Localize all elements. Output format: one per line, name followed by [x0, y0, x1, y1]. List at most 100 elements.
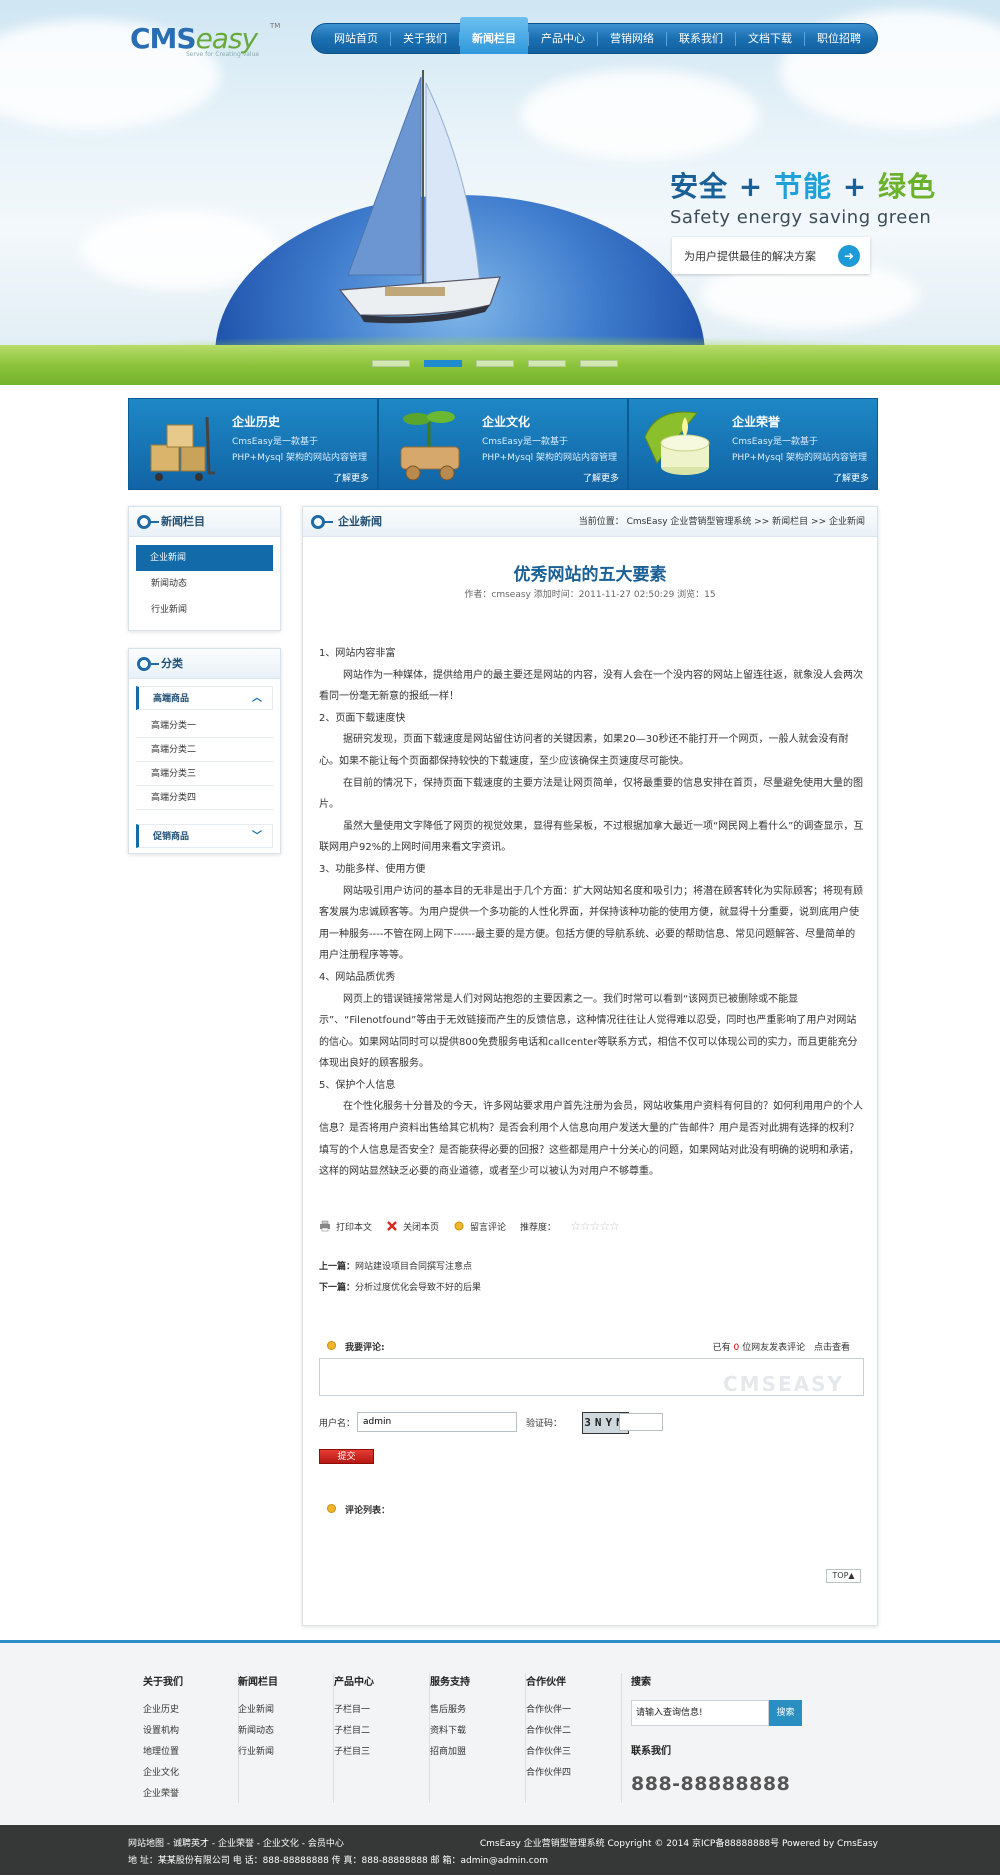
star-icon[interactable]: ☆: [599, 1219, 610, 1233]
nav-item[interactable]: 新闻栏目: [460, 17, 528, 54]
cta-button[interactable]: 为用户提供最佳的解决方案 ➜: [672, 237, 870, 274]
breadcrumb[interactable]: 当前位置： CmsEasy 企业营销型管理系统 >> 新闻栏目 >> 企业新闻: [579, 507, 865, 537]
search-button[interactable]: 搜索: [769, 1700, 802, 1726]
slide-dot[interactable]: [528, 360, 566, 367]
footer: 关于我们 企业历史 设置机构 地理位置 企业文化 企业荣誉 新闻栏目 企业新闻 新闻动态 行业新闻…: [0, 1640, 1000, 1825]
footer-link[interactable]: 子栏目二: [334, 1721, 429, 1742]
rating-stars[interactable]: ☆☆☆☆☆: [570, 1219, 620, 1233]
sidebar-news-link[interactable]: 新闻动态: [129, 571, 280, 597]
next-title[interactable]: 分析过度优化会导致不好的后果: [355, 1283, 481, 1293]
feature-card-culture[interactable]: 企业文化 CmsEasy是一款基于 PHP+Mysql 架构的网站内容管理 了解更…: [378, 398, 628, 490]
nav-item[interactable]: 文档下载: [736, 23, 804, 54]
feature-card-history[interactable]: 企业历史 CmsEasy是一款基于 PHP+Mysql 架构的网站内容管理 了解更…: [128, 398, 378, 490]
slogan-part1: 安全: [670, 170, 729, 203]
footer-link[interactable]: 子栏目一: [334, 1700, 429, 1721]
footer-link[interactable]: 设置机构: [143, 1721, 238, 1742]
category-sub-item[interactable]: 高端分类四: [136, 786, 273, 810]
plant-truck-icon: [400, 411, 460, 481]
footer-column-title: 关于我们: [143, 1677, 183, 1688]
captcha-input[interactable]: [619, 1413, 663, 1431]
nav-item[interactable]: 职位招聘: [805, 23, 873, 54]
footer-link[interactable]: 企业新闻: [238, 1700, 333, 1721]
star-icon[interactable]: ☆: [590, 1219, 601, 1233]
submit-button[interactable]: 提交: [319, 1449, 374, 1464]
slide-dot[interactable]: [476, 360, 514, 367]
main-nav: 网站首页 关于我们 新闻栏目 产品中心 营销网络 联系我们 文档下载 职位招聘: [311, 17, 878, 54]
nav-item[interactable]: 关于我们: [391, 23, 459, 54]
captcha-label: 验证码：: [526, 1419, 563, 1429]
back-to-top-button[interactable]: TOP▲: [826, 1569, 861, 1583]
footer-link[interactable]: 企业荣誉: [143, 1784, 238, 1805]
footer-link[interactable]: 企业历史: [143, 1700, 238, 1721]
category-sub-item[interactable]: 高端分类一: [136, 714, 273, 738]
footer-column: 合作伙伴合作伙伴一 合作伙伴二 合作伙伴三 合作伙伴四: [526, 1673, 622, 1803]
footer-link[interactable]: 合作伙伴一: [526, 1700, 621, 1721]
footer-link[interactable]: 地理位置: [143, 1742, 238, 1763]
nav-item[interactable]: 产品中心: [529, 23, 597, 54]
main-section-title: 企业新闻: [338, 515, 382, 528]
feature-more-link[interactable]: 了解更多: [583, 471, 619, 484]
sidebar-news-header: 新闻栏目: [129, 507, 280, 537]
close-page-button[interactable]: 关闭本页: [386, 1220, 439, 1233]
slide-dot[interactable]: [372, 360, 410, 367]
search-input[interactable]: 请输入查询信息!: [631, 1700, 769, 1726]
prev-label: 上一篇：: [319, 1262, 356, 1272]
comment-link[interactable]: 留言评论: [453, 1220, 506, 1233]
article-paragraph: 在个性化服务十分普及的今天，许多网站要求用户首先注册为会员，网站收集用户资料有何…: [319, 1101, 863, 1178]
footer-column-title: 合作伙伴: [526, 1677, 566, 1688]
comment-watermark: CMSEASY: [722, 1372, 844, 1396]
category-promo[interactable]: 促销商品 ﹀: [136, 824, 273, 848]
username-input[interactable]: [357, 1412, 517, 1432]
feature-desc: CmsEasy是一款基于 PHP+Mysql 架构的网站内容管理: [232, 434, 377, 466]
footer-link[interactable]: 企业文化: [143, 1763, 238, 1784]
footer-link[interactable]: 售后服务: [430, 1700, 525, 1721]
star-icon[interactable]: ☆: [609, 1219, 620, 1233]
footer-link[interactable]: 合作伙伴四: [526, 1763, 621, 1784]
footer-link[interactable]: 合作伙伴三: [526, 1742, 621, 1763]
comment-count: 已有 0 位网友发表评论 点击查看: [713, 1340, 850, 1353]
sidebar-news-link[interactable]: 企业新闻: [136, 545, 273, 571]
footer-link[interactable]: 资料下载: [430, 1721, 525, 1742]
logo[interactable]: CMSeasy Serve for Creating value TM: [130, 22, 280, 62]
footer-link[interactable]: 合作伙伴二: [526, 1721, 621, 1742]
star-icon[interactable]: ☆: [580, 1219, 591, 1233]
category-sub-list: 高端分类一 高端分类二 高端分类三 高端分类四: [129, 714, 280, 810]
article-paragraph: 网站吸引用户访问的基本目的无非是出于几个方面：扩大网站知名度和吸引力；将潜在顾客…: [319, 885, 863, 962]
category-sub-item[interactable]: 高端分类三: [136, 762, 273, 786]
prev-article[interactable]: 上一篇：网站建设项目合同撰写注意点: [319, 1257, 481, 1278]
footer-link[interactable]: 新闻动态: [238, 1721, 333, 1742]
star-icon[interactable]: ☆: [570, 1219, 581, 1233]
slide-dot[interactable]: [580, 360, 618, 367]
comment-dot-icon: [327, 1504, 336, 1513]
footer-link[interactable]: 招商加盟: [430, 1742, 525, 1763]
nav-item[interactable]: 营销网络: [598, 23, 666, 54]
next-label: 下一篇：: [319, 1283, 356, 1293]
sidebar-category-title: 分类: [161, 657, 183, 670]
view-comments-link[interactable]: 点击查看: [814, 1343, 850, 1353]
article-heading: 1、网站内容非富: [319, 648, 396, 659]
chevron-up-icon: ︿: [252, 693, 262, 704]
category-sub-item[interactable]: 高端分类二: [136, 738, 273, 762]
slide-dot[interactable]: [424, 360, 462, 367]
feature-more-link[interactable]: 了解更多: [333, 471, 369, 484]
logo-tagline: Serve for Creating value: [186, 51, 260, 58]
nav-item[interactable]: 网站首页: [322, 23, 390, 54]
nav-item[interactable]: 联系我们: [667, 23, 735, 54]
slogan-cn: 安全 + 节能 + 绿色: [670, 165, 970, 205]
footer-link[interactable]: 子栏目三: [334, 1742, 429, 1763]
prev-title[interactable]: 网站建设项目合同撰写注意点: [355, 1262, 472, 1272]
comment-list-heading: 评论列表：: [319, 1503, 390, 1516]
article-body: 1、网站内容非富 网站作为一种媒体，提供给用户的最主要还是网站的内容，没有人会在一…: [319, 643, 864, 1183]
rating: 推荐度： ☆☆☆☆☆: [520, 1219, 620, 1233]
feature-card-honor[interactable]: 企业荣誉 CmsEasy是一款基于 PHP+Mysql 架构的网站内容管理 了解更…: [628, 398, 878, 490]
count-number: 0: [733, 1343, 740, 1353]
footer-link[interactable]: 行业新闻: [238, 1742, 333, 1763]
count-post: 位网友发表评论: [742, 1343, 806, 1353]
print-button[interactable]: 打印本文: [319, 1220, 372, 1233]
feature-desc-line1: CmsEasy是一款基于: [732, 437, 818, 447]
feature-more-link[interactable]: 了解更多: [833, 471, 869, 484]
candle-icon: [644, 411, 710, 475]
category-high-end[interactable]: 高端商品 ︿: [136, 686, 273, 710]
sidebar-news-link[interactable]: 行业新闻: [129, 597, 280, 623]
next-article[interactable]: 下一篇：分析过度优化会导致不好的后果: [319, 1278, 481, 1299]
